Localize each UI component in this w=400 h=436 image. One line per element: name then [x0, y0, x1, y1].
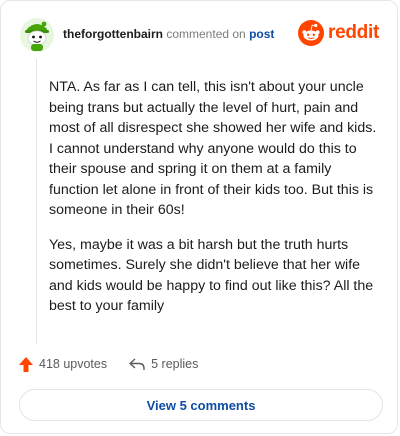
view-comments-button[interactable]: View 5 comments [19, 389, 383, 421]
reddit-wordmark: reddit [328, 22, 379, 43]
comment-paragraph: Yes, maybe it was a bit harsh but the tr… [49, 236, 374, 315]
comment-paragraph: NTA. As far as I can tell, this isn't ab… [49, 79, 377, 218]
upvote-arrow-icon [19, 356, 33, 372]
comment-card: theforgottenbairn commented on post redd… [0, 0, 398, 434]
comment-footer: 418 upvotes 5 replies [19, 353, 198, 375]
post-link[interactable]: post [249, 27, 274, 41]
reddit-brand[interactable]: reddit [298, 19, 379, 47]
comment-meta: theforgottenbairn commented on post [63, 27, 274, 41]
thread-line [36, 59, 37, 344]
avatar-icon[interactable] [19, 17, 55, 53]
action-text: commented on [166, 27, 246, 41]
replies-button[interactable]: 5 replies [129, 357, 198, 371]
reply-arrow-icon [129, 357, 145, 370]
comment-body: NTA. As far as I can tell, this isn't ab… [49, 77, 381, 331]
upvote-count: 418 upvotes [39, 357, 108, 371]
comment-header: theforgottenbairn commented on post redd… [19, 15, 383, 55]
reddit-logo-icon [298, 20, 325, 46]
upvote-button[interactable]: 418 upvotes [19, 356, 108, 372]
replies-count: 5 replies [151, 357, 199, 371]
username-link[interactable]: theforgottenbairn [63, 27, 163, 41]
